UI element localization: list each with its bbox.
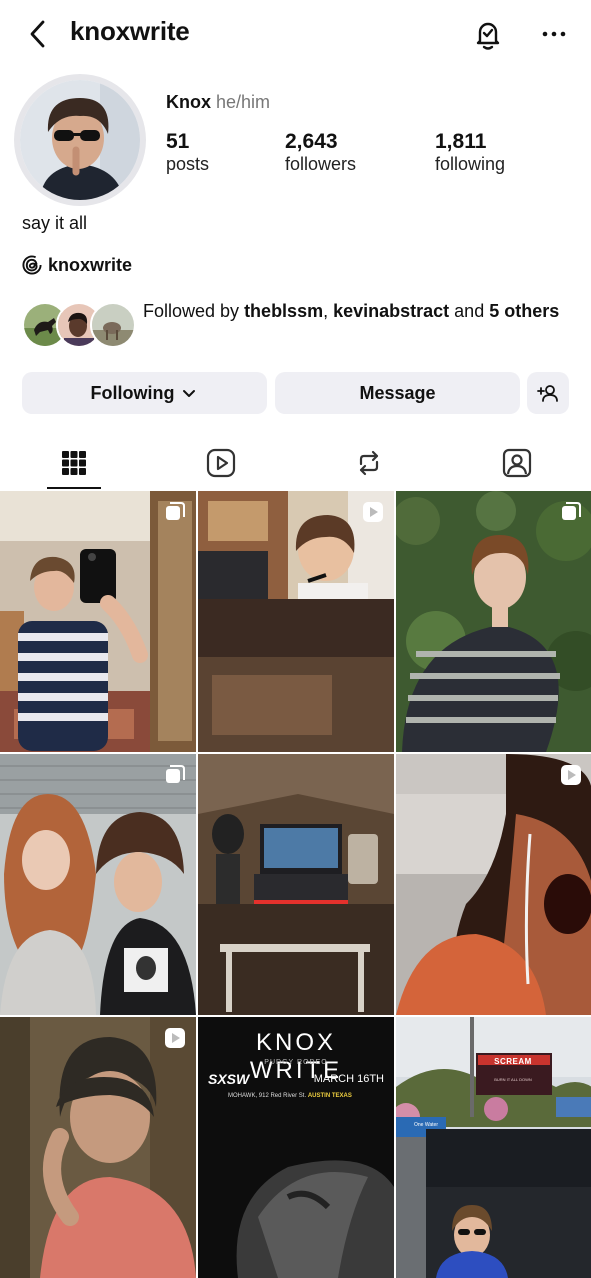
post-thumbnail[interactable] bbox=[396, 491, 591, 752]
following-button[interactable]: Following bbox=[22, 372, 267, 414]
billboard-sign: One Water bbox=[414, 1122, 438, 1128]
tab-reposts[interactable] bbox=[295, 436, 442, 490]
reel-icon bbox=[561, 765, 581, 785]
profile-tabs bbox=[0, 436, 591, 490]
poster-city: AUSTIN TEXAS bbox=[307, 1093, 352, 1099]
tagged-person-icon bbox=[502, 448, 531, 478]
tab-tagged[interactable] bbox=[443, 436, 590, 490]
back-button[interactable] bbox=[22, 18, 52, 50]
reels-icon bbox=[206, 448, 235, 478]
post-thumbnail[interactable] bbox=[198, 491, 394, 752]
mutual-avatar bbox=[90, 302, 136, 348]
display-name: Knox bbox=[166, 92, 211, 112]
carousel-icon bbox=[562, 502, 581, 520]
threads-handle: knoxwrite bbox=[48, 254, 133, 275]
stat-label: followers bbox=[285, 154, 357, 174]
tab-grid[interactable] bbox=[0, 436, 147, 490]
followed-by-text[interactable]: Followed by theblssm, kevinabstract and … bbox=[143, 299, 563, 323]
pronouns: he/him bbox=[216, 92, 271, 112]
post-event-poster[interactable]: KNOX WRITE PUDGY RODEO SXSW MARCH 16TH M… bbox=[198, 1017, 394, 1278]
mutual-username: kevinabstract bbox=[333, 301, 450, 321]
notification-bell-button[interactable] bbox=[470, 16, 506, 52]
post-thumbnail[interactable] bbox=[0, 754, 196, 1015]
stat-number: 2,643 bbox=[285, 130, 338, 153]
active-tab-indicator bbox=[47, 487, 101, 489]
stat-number: 1,811 bbox=[435, 130, 487, 153]
message-label: Message bbox=[359, 382, 436, 403]
stat-label: following bbox=[435, 154, 506, 174]
grid-icon bbox=[61, 451, 86, 475]
billboard-title: SCREAM bbox=[494, 1057, 532, 1066]
following-label: Following bbox=[90, 382, 175, 403]
chevron-down-icon bbox=[183, 390, 196, 397]
mutual-username: theblssm bbox=[244, 301, 324, 321]
profile-name: Knox he/him bbox=[166, 92, 270, 113]
suggest-people-button[interactable] bbox=[527, 372, 569, 414]
reel-icon bbox=[363, 502, 383, 522]
poster-date: MARCH 16TH bbox=[313, 1073, 384, 1085]
stat-followers[interactable]: 2,643 followers bbox=[285, 130, 356, 175]
billboard-tag: BURN IT ALL DOWN bbox=[494, 1077, 532, 1082]
bio-text: say it all bbox=[22, 213, 88, 233]
avatar[interactable] bbox=[20, 80, 140, 200]
bell-check-icon bbox=[476, 22, 500, 50]
stat-following[interactable]: 1,811 following bbox=[435, 130, 505, 175]
mutual-follower-avatars[interactable] bbox=[22, 302, 136, 348]
post-thumbnail[interactable]: SCREAM BURN IT ALL DOWN One Water bbox=[396, 1017, 591, 1278]
conjunction: and bbox=[449, 301, 490, 321]
mutual-others: 5 others bbox=[489, 301, 560, 321]
separator: , bbox=[323, 301, 334, 321]
post-thumbnail[interactable] bbox=[198, 754, 394, 1015]
posts-grid: KNOX WRITE PUDGY RODEO SXSW MARCH 16TH M… bbox=[0, 491, 591, 1278]
poster-event: SXSW bbox=[208, 1071, 250, 1087]
poster-venue-line: MOHAWK, 912 Red River St. AUSTIN TEXAS bbox=[228, 1093, 388, 1099]
chevron-left-icon bbox=[30, 20, 45, 48]
stat-number: 51 bbox=[166, 130, 190, 153]
post-thumbnail[interactable] bbox=[396, 754, 591, 1015]
reel-icon bbox=[165, 1028, 185, 1048]
more-dots-icon bbox=[542, 31, 566, 37]
stat-label: posts bbox=[166, 154, 210, 174]
post-thumbnail[interactable] bbox=[0, 1017, 196, 1278]
tab-reels[interactable] bbox=[147, 436, 294, 490]
carousel-icon bbox=[166, 502, 185, 520]
poster-venue: MOHAWK, 912 Red River St. bbox=[228, 1093, 307, 1099]
more-options-button[interactable] bbox=[536, 16, 572, 52]
message-button[interactable]: Message bbox=[275, 372, 520, 414]
post-thumbnail[interactable] bbox=[0, 491, 196, 752]
avatar-photo bbox=[20, 80, 140, 200]
poster-subtitle: PUDGY RODEO bbox=[264, 1059, 328, 1066]
stat-posts[interactable]: 51 posts bbox=[166, 130, 209, 175]
add-person-icon bbox=[537, 385, 558, 402]
carousel-icon bbox=[166, 765, 185, 783]
top-bar: knoxwrite bbox=[0, 0, 591, 70]
repost-icon bbox=[359, 450, 378, 476]
threads-link[interactable]: knoxwrite bbox=[22, 253, 132, 277]
followed-by-prefix: Followed by bbox=[143, 301, 245, 321]
threads-icon bbox=[22, 255, 42, 275]
profile-username: knoxwrite bbox=[70, 16, 190, 46]
